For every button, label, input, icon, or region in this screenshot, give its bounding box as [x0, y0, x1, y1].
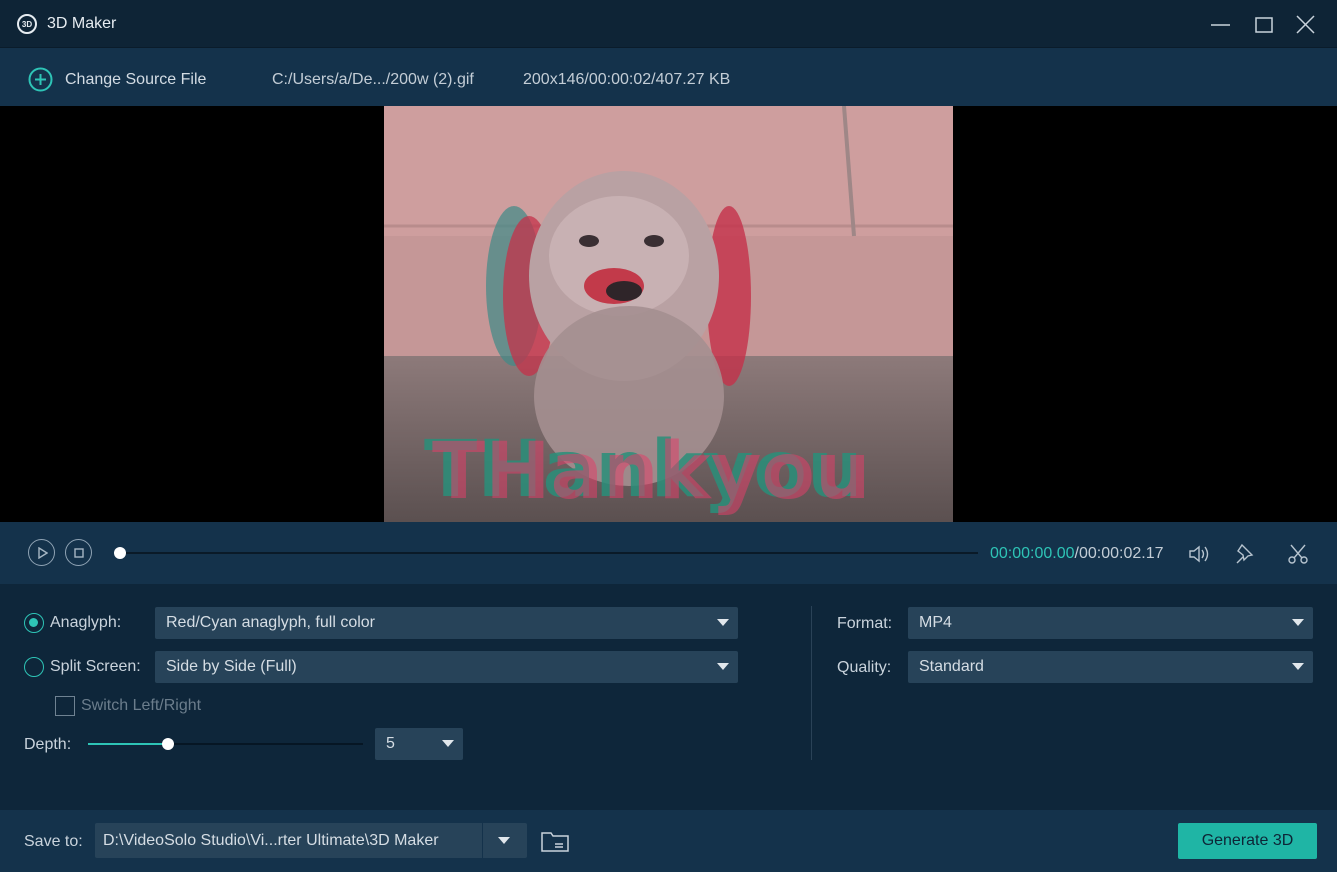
- anaglyph-value: Red/Cyan anaglyph, full color: [166, 614, 376, 631]
- split-screen-label: Split Screen:: [50, 658, 141, 675]
- quality-value: Standard: [919, 658, 984, 675]
- minimize-icon[interactable]: [1206, 10, 1236, 40]
- window-title: 3D Maker: [47, 15, 117, 32]
- caret-down-icon[interactable]: [498, 837, 510, 844]
- add-circle-icon: [28, 67, 53, 92]
- source-toolbar: Change Source File C:/Users/a/De.../200w…: [0, 48, 1337, 106]
- stop-icon: [73, 547, 84, 558]
- source-info: 200x146/00:00:02/407.27 KB: [523, 71, 731, 88]
- save-path-separator: [482, 823, 483, 858]
- video-preview: THankyou THankyou: [0, 106, 1337, 522]
- format-label: Format:: [837, 615, 893, 632]
- stop-button[interactable]: [65, 539, 92, 566]
- split-screen-value: Side by Side (Full): [166, 658, 297, 675]
- pin-icon[interactable]: [1234, 542, 1258, 566]
- anaglyph-dropdown[interactable]: Red/Cyan anaglyph, full color: [155, 607, 738, 639]
- depth-slider-thumb[interactable]: [161, 738, 174, 750]
- anaglyph-label: Anaglyph:: [50, 614, 122, 631]
- save-to-label: Save to:: [24, 833, 83, 850]
- change-source-button[interactable]: Change Source File: [28, 67, 206, 92]
- caret-down-icon: [1292, 663, 1304, 670]
- caret-down-icon: [442, 740, 454, 747]
- volume-icon[interactable]: [1188, 542, 1212, 566]
- switch-left-right-label: Switch Left/Right: [81, 697, 202, 714]
- split-screen-radio[interactable]: [24, 657, 44, 677]
- timeline-track[interactable]: [120, 552, 978, 554]
- depth-label: Depth:: [24, 736, 72, 753]
- playback-bar: 00:00:00.00/00:00:02.17: [0, 522, 1337, 584]
- switch-left-right-checkbox[interactable]: [55, 696, 75, 716]
- caret-down-icon: [717, 619, 729, 626]
- caret-down-icon: [717, 663, 729, 670]
- quality-label: Quality:: [837, 659, 892, 676]
- play-button[interactable]: [28, 539, 55, 566]
- source-path: C:/Users/a/De.../200w (2).gif: [272, 71, 474, 88]
- timeline-thumb[interactable]: [114, 547, 126, 559]
- app-logo-icon: 3D: [17, 14, 37, 34]
- anaglyph-radio[interactable]: [24, 613, 44, 633]
- scissors-icon[interactable]: [1286, 542, 1310, 566]
- depth-dropdown[interactable]: 5: [375, 728, 463, 760]
- settings-panel: Anaglyph: Red/Cyan anaglyph, full color …: [0, 584, 1337, 810]
- total-time: 00:00:02.17: [1078, 545, 1164, 562]
- time-display: 00:00:00.00/00:00:02.17: [990, 545, 1164, 563]
- quality-dropdown[interactable]: Standard: [908, 651, 1313, 683]
- bottom-bar: Save to: D:\VideoSolo Studio\Vi...rter U…: [0, 810, 1337, 872]
- save-path-value: D:\VideoSolo Studio\Vi...rter Ultimate\3…: [103, 832, 439, 849]
- settings-divider: [811, 606, 812, 760]
- close-icon[interactable]: [1291, 10, 1321, 40]
- title-bar: 3D 3D Maker: [0, 0, 1337, 48]
- svg-text:THankyou: THankyou: [432, 427, 870, 517]
- split-screen-dropdown[interactable]: Side by Side (Full): [155, 651, 738, 683]
- dog-anaglyph-image: THankyou THankyou: [384, 106, 953, 522]
- current-time: 00:00:00.00: [990, 545, 1075, 562]
- save-path-dropdown[interactable]: D:\VideoSolo Studio\Vi...rter Ultimate\3…: [95, 823, 527, 858]
- play-icon: [37, 546, 48, 559]
- maximize-icon[interactable]: [1249, 10, 1279, 40]
- folder-icon[interactable]: [540, 829, 570, 853]
- caret-down-icon: [1292, 619, 1304, 626]
- format-value: MP4: [919, 614, 952, 631]
- format-dropdown[interactable]: MP4: [908, 607, 1313, 639]
- change-source-label: Change Source File: [65, 70, 207, 88]
- generate-3d-button[interactable]: Generate 3D: [1178, 823, 1317, 859]
- preview-frame: THankyou THankyou: [384, 106, 953, 522]
- depth-slider-fill: [88, 743, 168, 745]
- depth-value: 5: [386, 735, 395, 752]
